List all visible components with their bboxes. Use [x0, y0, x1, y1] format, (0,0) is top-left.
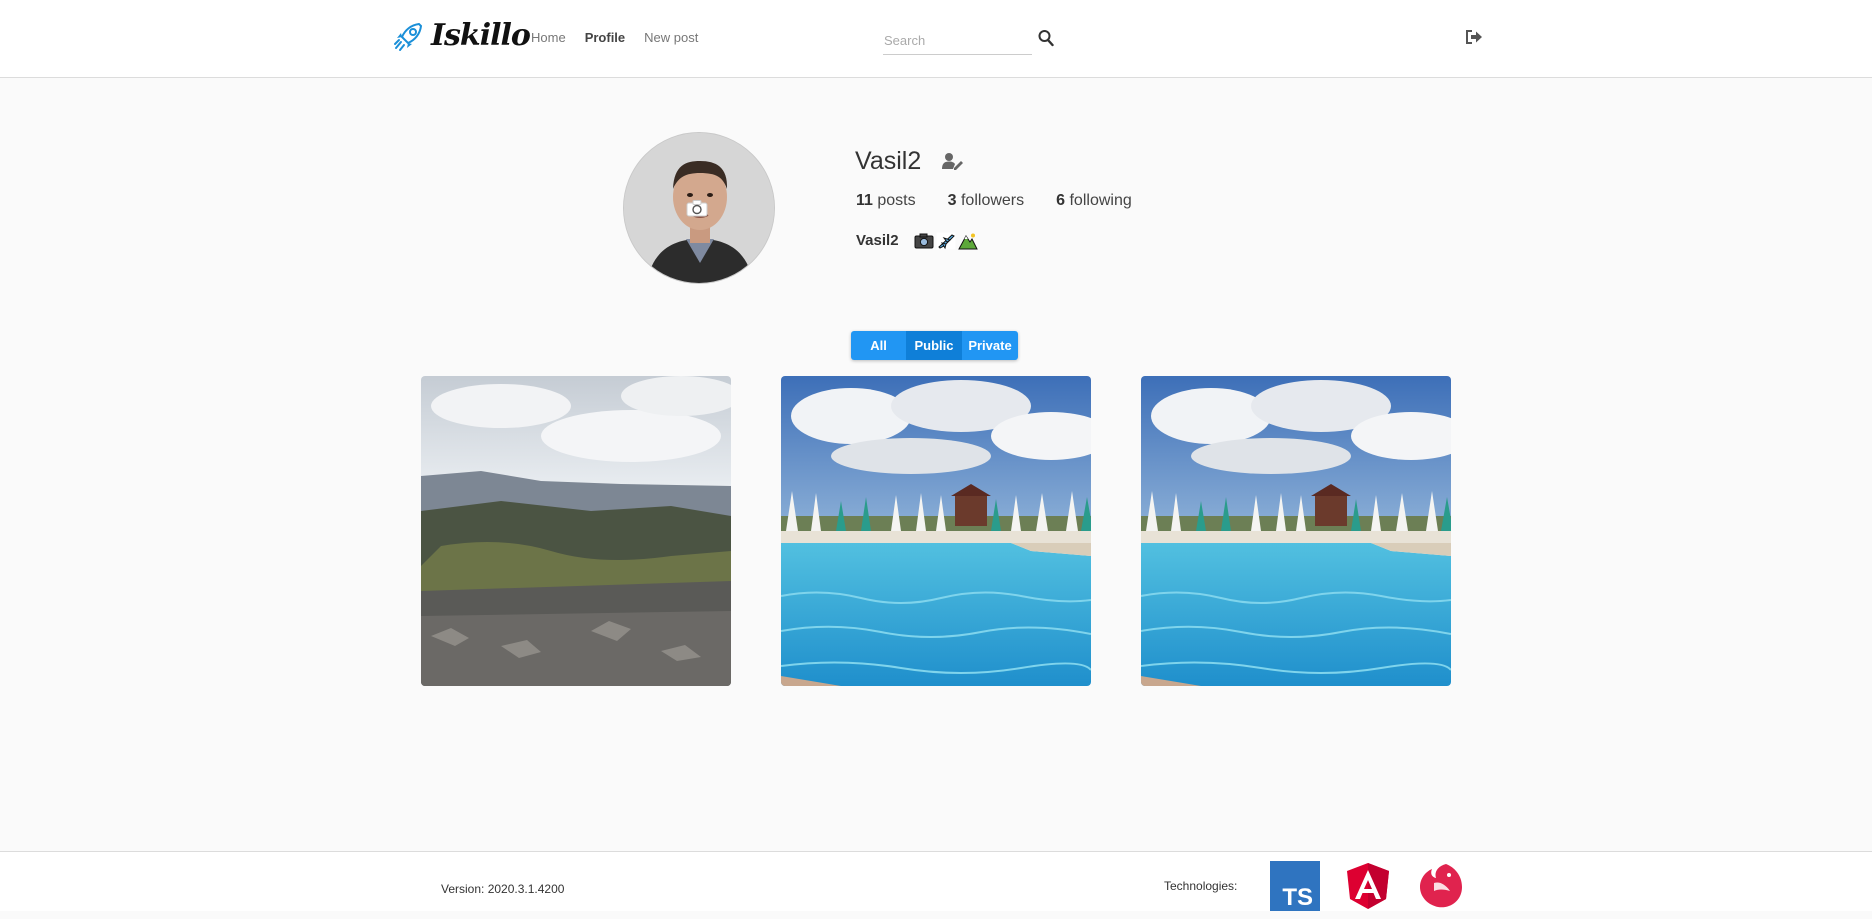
angular-logo-icon [1347, 863, 1389, 909]
typescript-logo-icon: TS [1270, 861, 1320, 911]
camera-emoji-icon [914, 233, 934, 249]
followers-count: 3 [947, 192, 957, 209]
airplane-emoji-icon [936, 232, 956, 250]
page-footer: Version: 2020.3.1.4200 Technologies: TS [0, 851, 1872, 911]
post-filter-group: All Public Private [851, 331, 1018, 360]
post-image-pool [781, 376, 1091, 686]
version-text: Version: 2020.3.1.4200 [441, 882, 565, 896]
following-stat[interactable]: 6 following [1056, 192, 1132, 210]
logo-text: Iskillo [431, 18, 531, 53]
post-image-mountain [421, 376, 731, 686]
post-image-pool [1141, 376, 1451, 686]
rocket-icon [394, 22, 423, 51]
nav-link-new-post[interactable]: New post [644, 30, 698, 45]
followers-stat[interactable]: 3 followers [948, 192, 1025, 210]
search-icon[interactable] [1038, 29, 1054, 47]
nav-link-profile[interactable]: Profile [585, 30, 625, 45]
mountain-emoji-icon [958, 233, 978, 250]
posts-stat: 11 posts [856, 192, 916, 210]
filter-public-button[interactable]: Public [906, 331, 962, 360]
technologies-label: Technologies: [1164, 879, 1238, 893]
followers-label: followers [960, 192, 1025, 209]
post-tile[interactable] [781, 376, 1091, 686]
posts-label: posts [877, 192, 916, 209]
nav-link-home[interactable]: Home [531, 30, 566, 45]
edit-profile-icon[interactable] [942, 152, 964, 170]
nestjs-logo-icon [1420, 864, 1462, 908]
profile-stats: 11 posts 3 followers 6 following [856, 192, 1164, 210]
bio-emojis [914, 232, 978, 250]
main-nav: Home Profile New post [531, 30, 698, 45]
post-tile[interactable] [421, 376, 731, 686]
camera-icon[interactable] [686, 199, 708, 217]
top-navbar: Iskillo Home Profile New post [0, 0, 1872, 78]
post-tile[interactable] [1141, 376, 1451, 686]
profile-username: Vasil2 [855, 147, 922, 175]
typescript-logo-text: TS [1282, 884, 1313, 911]
filter-all-button[interactable]: All [851, 331, 906, 360]
logo-link[interactable]: Iskillo [393, 18, 531, 53]
following-label: following [1069, 192, 1132, 209]
posts-count: 11 [856, 192, 873, 209]
bio-name: Vasil2 [856, 232, 899, 249]
logout-icon[interactable] [1465, 29, 1483, 45]
search-input[interactable] [883, 26, 1032, 55]
filter-private-button[interactable]: Private [962, 331, 1018, 360]
following-count: 6 [1056, 192, 1066, 209]
